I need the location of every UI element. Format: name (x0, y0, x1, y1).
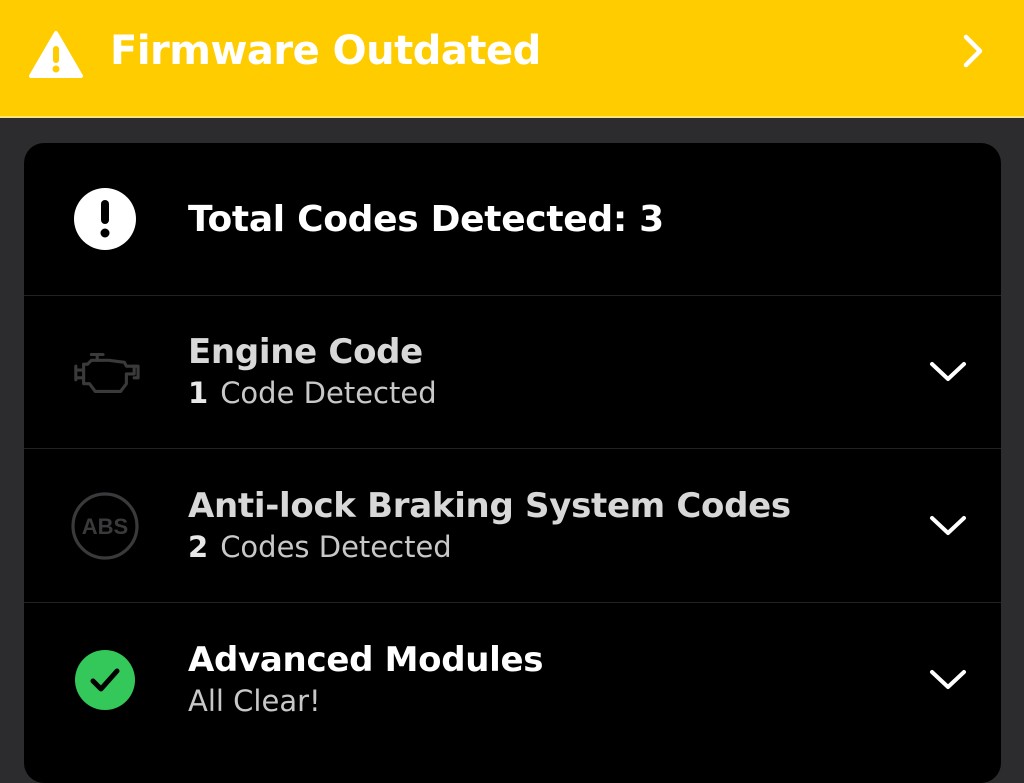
engine-code-status: 1 Code Detected (188, 374, 437, 412)
engine-code-subtitle: Code Detected (220, 376, 437, 410)
exclamation-circle-icon (70, 184, 140, 254)
engine-code-count: 1 (188, 376, 209, 410)
chevron-right-icon[interactable] (960, 33, 986, 69)
abs-codes-title: Anti-lock Braking System Codes (188, 485, 791, 526)
total-codes-title: Total Codes Detected: 3 (188, 198, 664, 240)
advanced-modules-title: Advanced Modules (188, 640, 544, 680)
abs-codes-status: 2 Codes Detected (188, 528, 791, 566)
section-advanced-modules[interactable]: Advanced Modules All Clear! (24, 603, 1001, 757)
total-codes-row: Total Codes Detected: 3 (24, 143, 1001, 296)
section-engine-code[interactable]: Engine Code 1 Code Detected (24, 296, 1001, 449)
section-abs-codes[interactable]: ABS Anti-lock Braking System Codes 2 Code… (24, 449, 1001, 603)
firmware-outdated-banner[interactable]: Firmware Outdated (0, 0, 1024, 118)
advanced-modules-subtitle: All Clear! (188, 684, 321, 718)
abs-codes-subtitle: Codes Detected (220, 529, 452, 564)
warning-triangle-icon (28, 30, 84, 80)
abs-icon: ABS (70, 491, 140, 561)
check-circle-icon (70, 645, 140, 715)
chevron-down-icon[interactable] (928, 357, 968, 387)
codes-card: Total Codes Detected: 3 Engine Code 1 Cod… (24, 143, 1001, 783)
chevron-down-icon[interactable] (928, 511, 968, 541)
engine-icon (70, 337, 140, 407)
chevron-down-icon[interactable] (928, 665, 968, 695)
engine-code-title: Engine Code (188, 332, 423, 372)
abs-icon-text: ABS (82, 514, 128, 539)
abs-codes-count: 2 (188, 529, 209, 564)
banner-title: Firmware Outdated (110, 28, 541, 74)
